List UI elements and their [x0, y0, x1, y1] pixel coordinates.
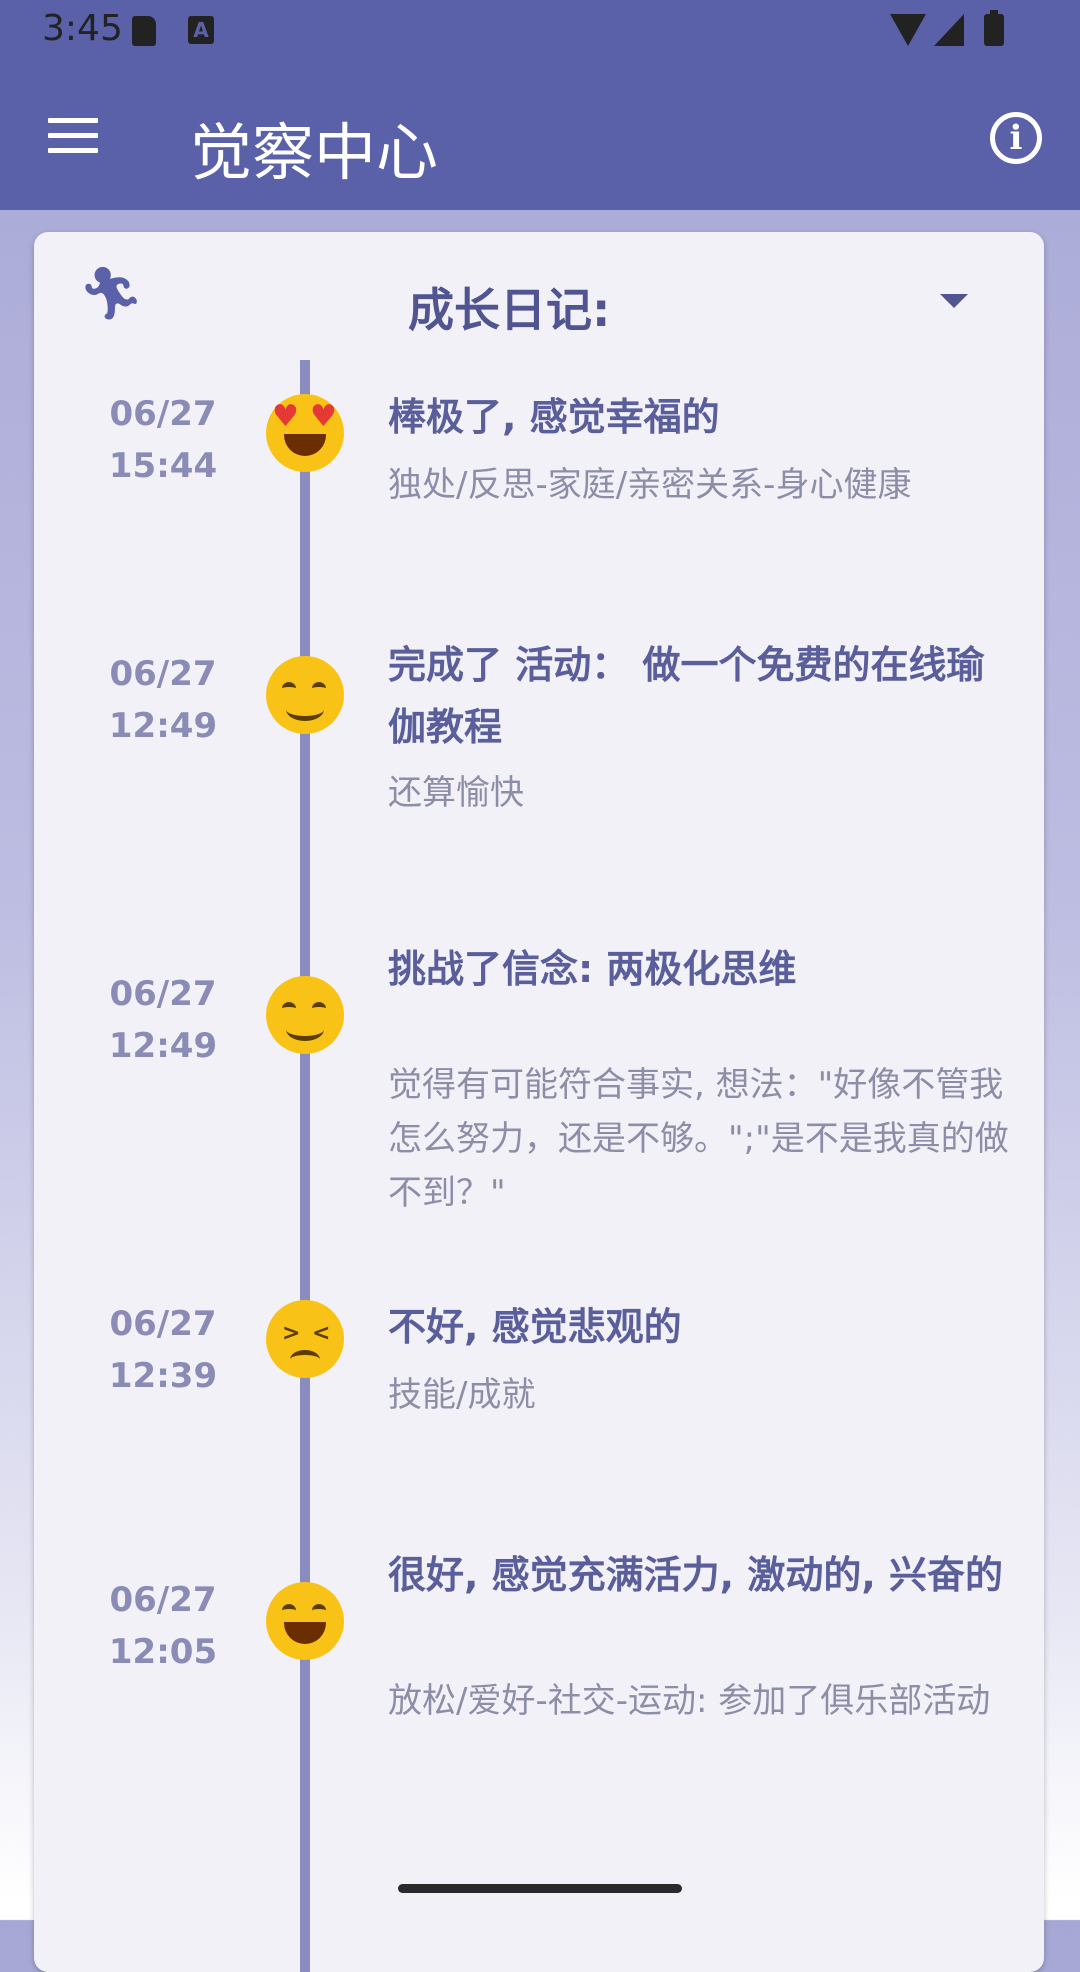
entry-time: 12:39	[108, 1356, 218, 1396]
page-title: 觉察中心	[190, 116, 439, 189]
app-notification-icon: A	[188, 16, 214, 44]
entry-time: 12:05	[108, 1632, 218, 1672]
heart-eyes-face-icon: ♥ ♥	[266, 394, 344, 472]
smiling-face-icon	[266, 976, 344, 1054]
dropdown-arrow-icon[interactable]	[940, 294, 968, 308]
menu-icon[interactable]	[48, 118, 98, 154]
entry-date: 06/27	[109, 394, 217, 434]
entry-title: 挑战了信念: 两极化思维	[388, 947, 797, 991]
running-person-icon: 🏃︎	[78, 264, 145, 324]
gesture-nav-handle[interactable]	[398, 1884, 682, 1893]
entry-title: 很好, 感觉充满活力, 激动的, 兴奋的	[388, 1553, 1003, 1597]
wifi-icon	[890, 14, 926, 46]
card-title: 成长日记:	[408, 283, 611, 337]
sd-card-icon	[132, 16, 156, 46]
entry-date: 06/27	[109, 1580, 217, 1620]
entry-title: 棒极了, 感觉幸福的	[388, 395, 720, 439]
info-icon[interactable]: i	[990, 112, 1042, 164]
entry-detail: 技能/成就	[388, 1375, 536, 1415]
entry-date: 06/27	[109, 1304, 217, 1344]
entry-time: 12:49	[108, 706, 218, 746]
app-bar: 觉察中心 i	[0, 64, 1080, 210]
persevering-face-icon: > <	[266, 1300, 344, 1378]
entry-date: 06/27	[109, 974, 217, 1014]
status-bar: 3:45 A	[0, 0, 1080, 64]
entry-title: 不好, 感觉悲观的	[388, 1305, 682, 1349]
entry-detail: 放松/爱好-社交-运动: 参加了俱乐部活动	[388, 1681, 991, 1721]
battery-icon	[984, 10, 1004, 46]
smiling-face-icon	[266, 656, 344, 734]
entry-title: 完成了 活动： 做一个免费的在线瑜伽教程	[388, 643, 985, 749]
growth-diary-card: 🏃︎ 成长日记: 06/27 15:44 ♥ ♥ 棒极了, 感觉幸福的 独处/反…	[34, 232, 1044, 1972]
entry-detail: 还算愉快	[388, 773, 524, 813]
entry-date: 06/27	[109, 654, 217, 694]
card-header[interactable]: 🏃︎ 成长日记:	[34, 232, 1044, 352]
status-time: 3:45	[42, 8, 123, 49]
cell-signal-icon	[934, 14, 964, 46]
entry-time: 12:49	[108, 1026, 218, 1066]
grinning-face-icon	[266, 1582, 344, 1660]
timeline-line	[300, 360, 310, 1972]
entry-detail: 觉得有可能符合事实, 想法："好像不管我怎么努力，还是不够。";"是不是我真的做…	[388, 1065, 1009, 1213]
entry-detail: 独处/反思-家庭/亲密关系-身心健康	[388, 465, 912, 505]
entry-time: 15:44	[108, 446, 218, 486]
